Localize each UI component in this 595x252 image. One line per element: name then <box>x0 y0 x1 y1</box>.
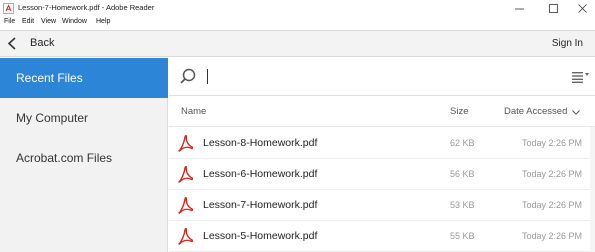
menu-help[interactable]: Help <box>96 18 110 25</box>
minimize-icon <box>514 8 524 10</box>
search-bar <box>169 58 595 96</box>
menu-edit[interactable]: Edit <box>22 18 34 25</box>
sidebar-item-acrobat-files[interactable]: Acrobat.com Files <box>0 138 168 178</box>
sidebar-item-label: Recent Files <box>16 71 83 85</box>
column-header-name[interactable]: Name <box>181 106 206 117</box>
title-bar: Lesson-7-Homework.pdf - Adobe Reader <box>0 0 595 17</box>
scrollbar[interactable] <box>590 127 595 252</box>
back-button[interactable]: Back <box>0 31 70 56</box>
toolbar: Back Sign In <box>0 30 595 57</box>
menu-window[interactable]: Window <box>62 18 87 25</box>
file-date: Today 2:26 PM <box>522 169 583 179</box>
search-icon[interactable] <box>179 67 197 85</box>
menu-bar: File Edit View Window Help <box>0 17 595 29</box>
table-header: Name Size Date Accessed <box>169 97 595 127</box>
file-size: 62 KB <box>450 138 475 148</box>
file-size: 53 KB <box>450 200 475 210</box>
column-header-size[interactable]: Size <box>450 106 468 117</box>
sidebar-item-label: My Computer <box>16 111 89 125</box>
sidebar-item-label: Acrobat.com Files <box>16 151 113 165</box>
sidebar: Recent Files My Computer Acrobat.com Fil… <box>0 58 168 252</box>
list-view-icon[interactable] <box>572 71 590 83</box>
table-row[interactable]: Lesson-8-Homework.pdf 62 KB Today 2:26 P… <box>169 128 595 159</box>
maximize-icon <box>548 4 558 13</box>
sidebar-item-my-computer[interactable]: My Computer <box>0 98 168 138</box>
maximize-button[interactable] <box>537 0 569 17</box>
column-header-date[interactable]: Date Accessed <box>504 106 567 117</box>
pdf-file-icon <box>178 166 193 183</box>
file-name: Lesson-7-Homework.pdf <box>203 199 318 211</box>
menu-view[interactable]: View <box>41 18 56 25</box>
main-panel: Name Size Date Accessed Lesson-8-Homewor… <box>169 58 595 252</box>
minimize-button[interactable] <box>503 0 535 17</box>
sidebar-item-recent-files[interactable]: Recent Files <box>0 58 168 98</box>
pdf-file-icon <box>178 135 193 152</box>
close-icon <box>577 4 587 13</box>
search-input[interactable] <box>205 67 545 87</box>
file-name: Lesson-8-Homework.pdf <box>203 137 318 149</box>
table-row[interactable]: Lesson-6-Homework.pdf 56 KB Today 2:26 P… <box>169 159 595 190</box>
file-size: 56 KB <box>450 169 475 179</box>
file-date: Today 2:26 PM <box>522 200 583 210</box>
sort-down-icon[interactable] <box>572 110 580 115</box>
file-name: Lesson-6-Homework.pdf <box>203 168 318 180</box>
table-row[interactable]: Lesson-7-Homework.pdf 53 KB Today 2:26 P… <box>169 190 595 221</box>
text-cursor <box>207 69 208 84</box>
close-button[interactable] <box>566 0 595 17</box>
file-date: Today 2:26 PM <box>522 138 583 148</box>
window-title: Lesson-7-Homework.pdf - Adobe Reader <box>18 3 155 12</box>
back-arrow-icon <box>7 37 16 50</box>
app-icon <box>3 3 14 14</box>
back-label: Back <box>30 37 55 49</box>
file-name: Lesson-5-Homework.pdf <box>203 230 318 242</box>
sign-in-link[interactable]: Sign In <box>552 38 583 49</box>
file-date: Today 2:26 PM <box>522 231 583 241</box>
pdf-file-icon <box>178 228 193 245</box>
menu-file[interactable]: File <box>4 18 15 25</box>
table-row[interactable]: Lesson-5-Homework.pdf 55 KB Today 2:26 P… <box>169 221 595 252</box>
pdf-file-icon <box>178 197 193 214</box>
file-size: 55 KB <box>450 231 475 241</box>
